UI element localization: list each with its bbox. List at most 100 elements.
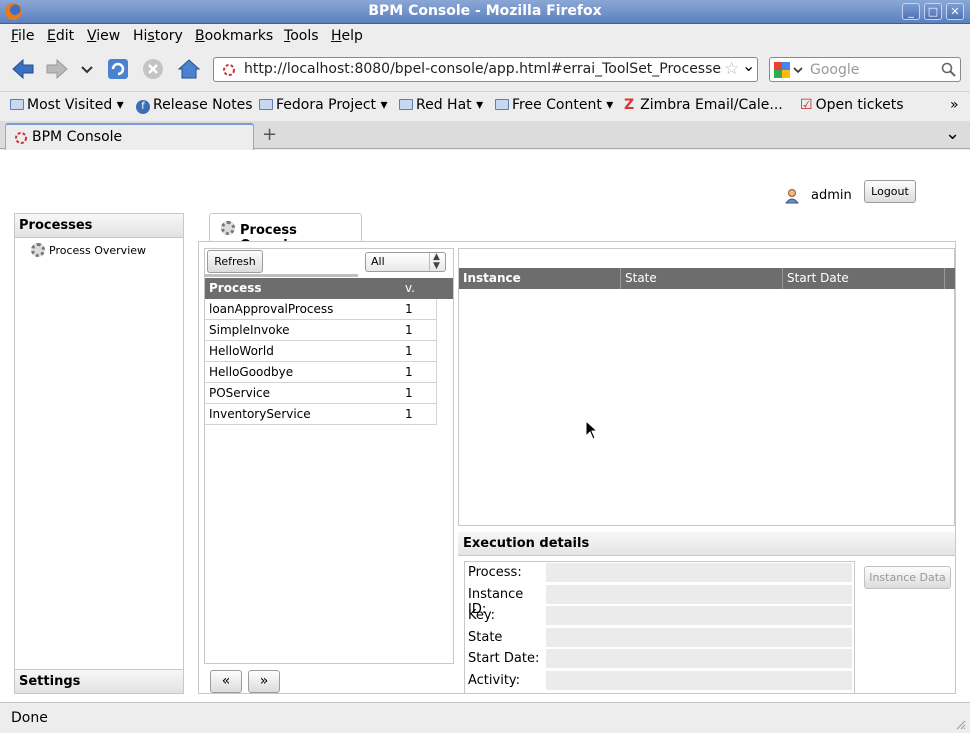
url-bar[interactable]: http://localhost:8080/bpel-console/app.h… bbox=[213, 56, 758, 82]
execution-details-title: Execution details bbox=[458, 532, 955, 556]
user-icon bbox=[784, 189, 800, 204]
table-row-process-name[interactable]: SimpleInvoke bbox=[205, 320, 402, 341]
mouse-cursor-icon bbox=[585, 420, 599, 440]
tab-bpm-console[interactable]: BPM Console bbox=[5, 123, 254, 150]
bookmark-star-icon[interactable]: ☆ bbox=[724, 59, 739, 79]
window-title: BPM Console - Mozilla Firefox bbox=[368, 3, 602, 19]
menu-view[interactable]: View bbox=[87, 28, 120, 44]
folder-icon bbox=[495, 99, 509, 110]
folder-icon bbox=[399, 99, 413, 110]
menu-help[interactable]: Help bbox=[331, 28, 363, 44]
tab-loading-icon bbox=[15, 132, 27, 144]
menu-edit[interactable]: Edit bbox=[47, 28, 74, 44]
search-input[interactable] bbox=[808, 60, 938, 79]
instance-data-button[interactable]: Instance Data bbox=[864, 566, 951, 589]
execution-field-value bbox=[546, 606, 852, 626]
check-icon: ☑ bbox=[800, 97, 813, 113]
magnifier-icon[interactable] bbox=[941, 62, 957, 78]
table-row-process-version[interactable]: 1 bbox=[401, 404, 437, 425]
forward-icon[interactable] bbox=[44, 56, 70, 82]
sidebar-title[interactable]: Processes bbox=[15, 214, 183, 238]
fedora-icon: f bbox=[136, 100, 150, 114]
menu-history[interactable]: History bbox=[133, 28, 183, 44]
status-bar: Done bbox=[0, 702, 970, 733]
column-version[interactable]: v. bbox=[401, 278, 437, 299]
history-dropdown-icon[interactable] bbox=[78, 56, 96, 82]
google-engine-icon[interactable] bbox=[774, 62, 804, 78]
execution-field-value bbox=[546, 584, 852, 605]
sidebar-item-process-overview[interactable]: Process Overview bbox=[31, 243, 146, 257]
bookmark-red-hat[interactable]: Red Hat ▾ bbox=[399, 97, 483, 113]
username: admin bbox=[811, 188, 852, 203]
table-row-process-version[interactable]: 1 bbox=[401, 299, 437, 320]
bookmark-most-visited[interactable]: Most Visited ▾ bbox=[10, 97, 124, 113]
url-text[interactable]: http://localhost:8080/bpel-console/app.h… bbox=[244, 61, 722, 77]
execution-field-label: Start Date: bbox=[468, 651, 540, 666]
stop-icon[interactable] bbox=[140, 56, 166, 82]
table-row-process-version[interactable]: 1 bbox=[401, 341, 437, 362]
table-row-process-name[interactable]: InventoryService bbox=[205, 404, 402, 425]
table-row-process-version[interactable]: 1 bbox=[401, 383, 437, 404]
bookmark-release-notes[interactable]: f Release Notes bbox=[136, 97, 253, 114]
execution-field-label: Process: bbox=[468, 565, 522, 580]
previous-page-button[interactable]: « bbox=[210, 670, 242, 693]
back-icon[interactable] bbox=[10, 56, 36, 82]
navigation-toolbar: http://localhost:8080/bpel-console/app.h… bbox=[0, 48, 970, 90]
table-row-process-name[interactable]: loanApprovalProcess bbox=[205, 299, 402, 320]
sidebar-settings[interactable]: Settings bbox=[15, 669, 183, 693]
column-start-date[interactable]: Start Date bbox=[783, 268, 945, 289]
zimbra-icon: Z bbox=[624, 97, 635, 113]
minimize-button[interactable]: _ bbox=[902, 3, 920, 20]
gear-icon bbox=[31, 243, 45, 257]
next-page-button[interactable]: » bbox=[248, 670, 280, 693]
maximize-button[interactable]: □ bbox=[924, 3, 942, 20]
resize-grip-icon[interactable] bbox=[954, 718, 966, 730]
search-bar[interactable] bbox=[769, 57, 961, 82]
process-filter-select[interactable]: All ▲ ▼ bbox=[365, 252, 446, 272]
logout-button[interactable]: Logout bbox=[864, 180, 916, 203]
bookmark-open-tickets[interactable]: ☑ Open tickets bbox=[800, 97, 904, 113]
execution-field-label: Key: bbox=[468, 608, 496, 623]
sidebar: Processes Process Overview Settings bbox=[14, 213, 184, 694]
menu-bar: File Edit View History Bookmarks Tools H… bbox=[0, 24, 970, 48]
folder-icon bbox=[10, 99, 24, 110]
bookmark-free-content[interactable]: Free Content ▾ bbox=[495, 97, 613, 113]
home-icon[interactable] bbox=[176, 56, 202, 82]
column-spacer bbox=[945, 268, 955, 289]
table-row-process-name[interactable]: HelloWorld bbox=[205, 341, 402, 362]
execution-field-label: Activity: bbox=[468, 672, 521, 688]
page-loading-icon bbox=[223, 64, 235, 76]
close-window-button[interactable]: ✕ bbox=[946, 3, 964, 20]
menu-tools[interactable]: Tools bbox=[284, 28, 319, 44]
column-spacer bbox=[436, 278, 453, 299]
refresh-button[interactable]: Refresh bbox=[207, 250, 263, 273]
column-instance[interactable]: Instance bbox=[459, 268, 621, 289]
menu-file[interactable]: File bbox=[11, 28, 34, 44]
execution-field-value bbox=[546, 627, 852, 648]
instance-panel bbox=[458, 248, 955, 526]
window-titlebar: BPM Console - Mozilla Firefox _ □ ✕ bbox=[0, 0, 970, 24]
execution-field-value bbox=[546, 563, 852, 583]
execution-field-label: Instance ID: bbox=[468, 586, 524, 617]
bookmark-zimbra[interactable]: Z Zimbra Email/Cale... bbox=[624, 97, 783, 113]
execution-field-label: State bbox=[468, 629, 503, 645]
reload-icon[interactable] bbox=[105, 56, 131, 82]
table-row-process-name[interactable]: HelloGoodbye bbox=[205, 362, 402, 383]
menu-bookmarks[interactable]: Bookmarks bbox=[195, 28, 273, 44]
table-row-process-version[interactable]: 1 bbox=[401, 320, 437, 341]
tab-list-button[interactable]: ⌄ bbox=[945, 123, 960, 144]
bookmarks-toolbar: Most Visited ▾ f Release Notes Fedora Pro… bbox=[0, 91, 970, 120]
folder-icon bbox=[259, 99, 273, 110]
select-arrows-icon: ▲ ▼ bbox=[429, 253, 443, 271]
execution-field-value bbox=[546, 670, 852, 691]
gear-icon bbox=[221, 221, 235, 235]
bookmark-fedora-project[interactable]: Fedora Project ▾ bbox=[259, 97, 388, 113]
column-state[interactable]: State bbox=[621, 268, 783, 289]
url-dropdown-icon[interactable]: ⌄ bbox=[742, 56, 755, 75]
bookmarks-overflow-button[interactable]: » bbox=[950, 97, 959, 113]
table-row-process-name[interactable]: POService bbox=[205, 383, 402, 404]
new-tab-button[interactable]: + bbox=[262, 124, 277, 145]
tab-process-overview[interactable]: Process Overview bbox=[209, 213, 362, 253]
table-row-process-version[interactable]: 1 bbox=[401, 362, 437, 383]
column-process[interactable]: Process bbox=[205, 278, 402, 299]
